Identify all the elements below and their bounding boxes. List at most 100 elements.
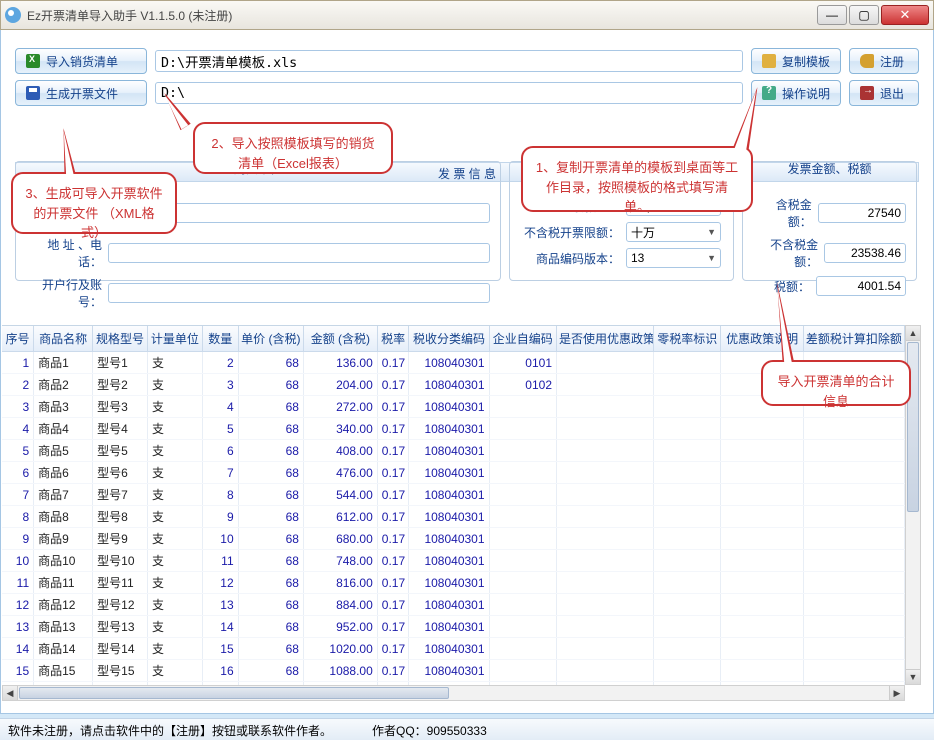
horizontal-scrollbar[interactable]: ◀ ▶ xyxy=(2,685,905,701)
table-row[interactable]: 6商品6型号6支768476.000.17108040301 xyxy=(2,462,905,484)
cell: 0.17 xyxy=(377,484,409,506)
cell xyxy=(557,462,654,484)
cell: 108040301 xyxy=(409,528,489,550)
amount-group: 发票金额、税额 含税金额： 27540 不含税金额： 23538.46 税额： … xyxy=(742,161,917,281)
cell: 15 xyxy=(2,660,34,682)
cell: 商品14 xyxy=(34,638,93,660)
cell xyxy=(557,572,654,594)
col-header[interactable]: 税率 xyxy=(377,326,409,352)
help-label: 操作说明 xyxy=(782,85,830,102)
addr-input[interactable] xyxy=(108,243,490,263)
minimize-button[interactable]: — xyxy=(817,5,847,25)
save-icon xyxy=(26,86,40,100)
cell: 7 xyxy=(2,484,34,506)
cell: 68 xyxy=(238,594,303,616)
cell xyxy=(721,594,803,616)
cell xyxy=(489,462,556,484)
scroll-down-icon[interactable]: ▼ xyxy=(906,669,920,684)
codever-select[interactable]: 13 ▼ xyxy=(626,248,721,268)
cell: 68 xyxy=(238,462,303,484)
generate-button[interactable]: 生成开票文件 xyxy=(15,80,147,106)
table-row[interactable]: 13商品13型号13支1468952.000.17108040301 xyxy=(2,616,905,638)
exit-button[interactable]: 退出 xyxy=(849,80,919,106)
table-row[interactable]: 11商品11型号11支1268816.000.17108040301 xyxy=(2,572,905,594)
cell xyxy=(653,396,720,418)
scroll-right-icon[interactable]: ▶ xyxy=(889,686,904,700)
cell: 2 xyxy=(202,352,238,374)
table-row[interactable]: 5商品5型号5支668408.000.17108040301 xyxy=(2,440,905,462)
cell: 型号3 xyxy=(93,396,148,418)
col-header[interactable]: 序号 xyxy=(2,326,34,352)
cell: 68 xyxy=(238,484,303,506)
table-row[interactable]: 8商品8型号8支968612.000.17108040301 xyxy=(2,506,905,528)
scroll-thumb-h[interactable] xyxy=(19,687,449,699)
codever-value: 13 xyxy=(631,251,644,265)
col-header[interactable]: 数量 xyxy=(202,326,238,352)
import-button[interactable]: 导入销货清单 xyxy=(15,48,147,74)
limit-select[interactable]: 十万 ▼ xyxy=(626,222,721,242)
exit-label: 退出 xyxy=(880,85,904,102)
path-input-1[interactable] xyxy=(155,50,743,72)
cell: 7 xyxy=(202,462,238,484)
cell: 14 xyxy=(2,638,34,660)
cell: 1020.00 xyxy=(303,638,377,660)
maximize-button[interactable]: ▢ xyxy=(849,5,879,25)
cell: 952.00 xyxy=(303,616,377,638)
cell xyxy=(803,660,904,682)
help-button[interactable]: 操作说明 xyxy=(751,80,841,106)
cell: 204.00 xyxy=(303,374,377,396)
cell xyxy=(489,506,556,528)
col-header[interactable]: 单价 (含税) xyxy=(238,326,303,352)
cell: 型号2 xyxy=(93,374,148,396)
table-row[interactable]: 14商品14型号14支15681020.000.17108040301 xyxy=(2,638,905,660)
cell: 13 xyxy=(202,594,238,616)
path-input-2[interactable] xyxy=(155,82,743,104)
table-row[interactable]: 10商品10型号10支1168748.000.17108040301 xyxy=(2,550,905,572)
key-icon xyxy=(860,54,874,68)
copy-template-button[interactable]: 复制模板 xyxy=(751,48,841,74)
close-button[interactable]: ✕ xyxy=(881,5,929,25)
table-row[interactable]: 7商品7型号7支868544.000.17108040301 xyxy=(2,484,905,506)
col-header[interactable]: 金额 (含税) xyxy=(303,326,377,352)
scroll-up-icon[interactable]: ▲ xyxy=(906,326,920,341)
copy-icon xyxy=(762,54,776,68)
table-row[interactable]: 4商品4型号4支568340.000.17108040301 xyxy=(2,418,905,440)
cell: 0.17 xyxy=(377,506,409,528)
cell: 3 xyxy=(202,374,238,396)
bank-input[interactable] xyxy=(108,283,490,303)
col-header[interactable]: 规格型号 xyxy=(93,326,148,352)
cell: 0.17 xyxy=(377,440,409,462)
cell xyxy=(803,528,904,550)
col-header[interactable]: 是否使用优惠政策 xyxy=(557,326,654,352)
cell: 0.17 xyxy=(377,462,409,484)
cell xyxy=(557,440,654,462)
table-row[interactable]: 12商品12型号12支1368884.000.17108040301 xyxy=(2,594,905,616)
cell: 0.17 xyxy=(377,594,409,616)
register-button[interactable]: 注册 xyxy=(849,48,919,74)
cell: 68 xyxy=(238,506,303,528)
cell xyxy=(721,638,803,660)
cell xyxy=(557,638,654,660)
table-row[interactable]: 15商品15型号15支16681088.000.17108040301 xyxy=(2,660,905,682)
table-row[interactable]: 9商品9型号9支1068680.000.17108040301 xyxy=(2,528,905,550)
cell xyxy=(557,594,654,616)
scroll-left-icon[interactable]: ◀ xyxy=(3,686,18,700)
cell: 支 xyxy=(147,638,202,660)
cell: 型号8 xyxy=(93,506,148,528)
col-header[interactable]: 计量单位 xyxy=(147,326,202,352)
cell xyxy=(653,506,720,528)
cell xyxy=(803,506,904,528)
col-header[interactable]: 零税率标识 xyxy=(653,326,720,352)
cell: 0101 xyxy=(489,352,556,374)
cell: 4 xyxy=(2,418,34,440)
cell: 1 xyxy=(2,352,34,374)
cell: 68 xyxy=(238,572,303,594)
cell: 68 xyxy=(238,374,303,396)
cell xyxy=(557,528,654,550)
col-header[interactable]: 商品名称 xyxy=(34,326,93,352)
cell: 5 xyxy=(202,418,238,440)
cell xyxy=(489,572,556,594)
col-header[interactable]: 差额税计算扣除额 xyxy=(803,326,904,352)
col-header[interactable]: 企业自编码 xyxy=(489,326,556,352)
col-header[interactable]: 税收分类编码 xyxy=(409,326,489,352)
